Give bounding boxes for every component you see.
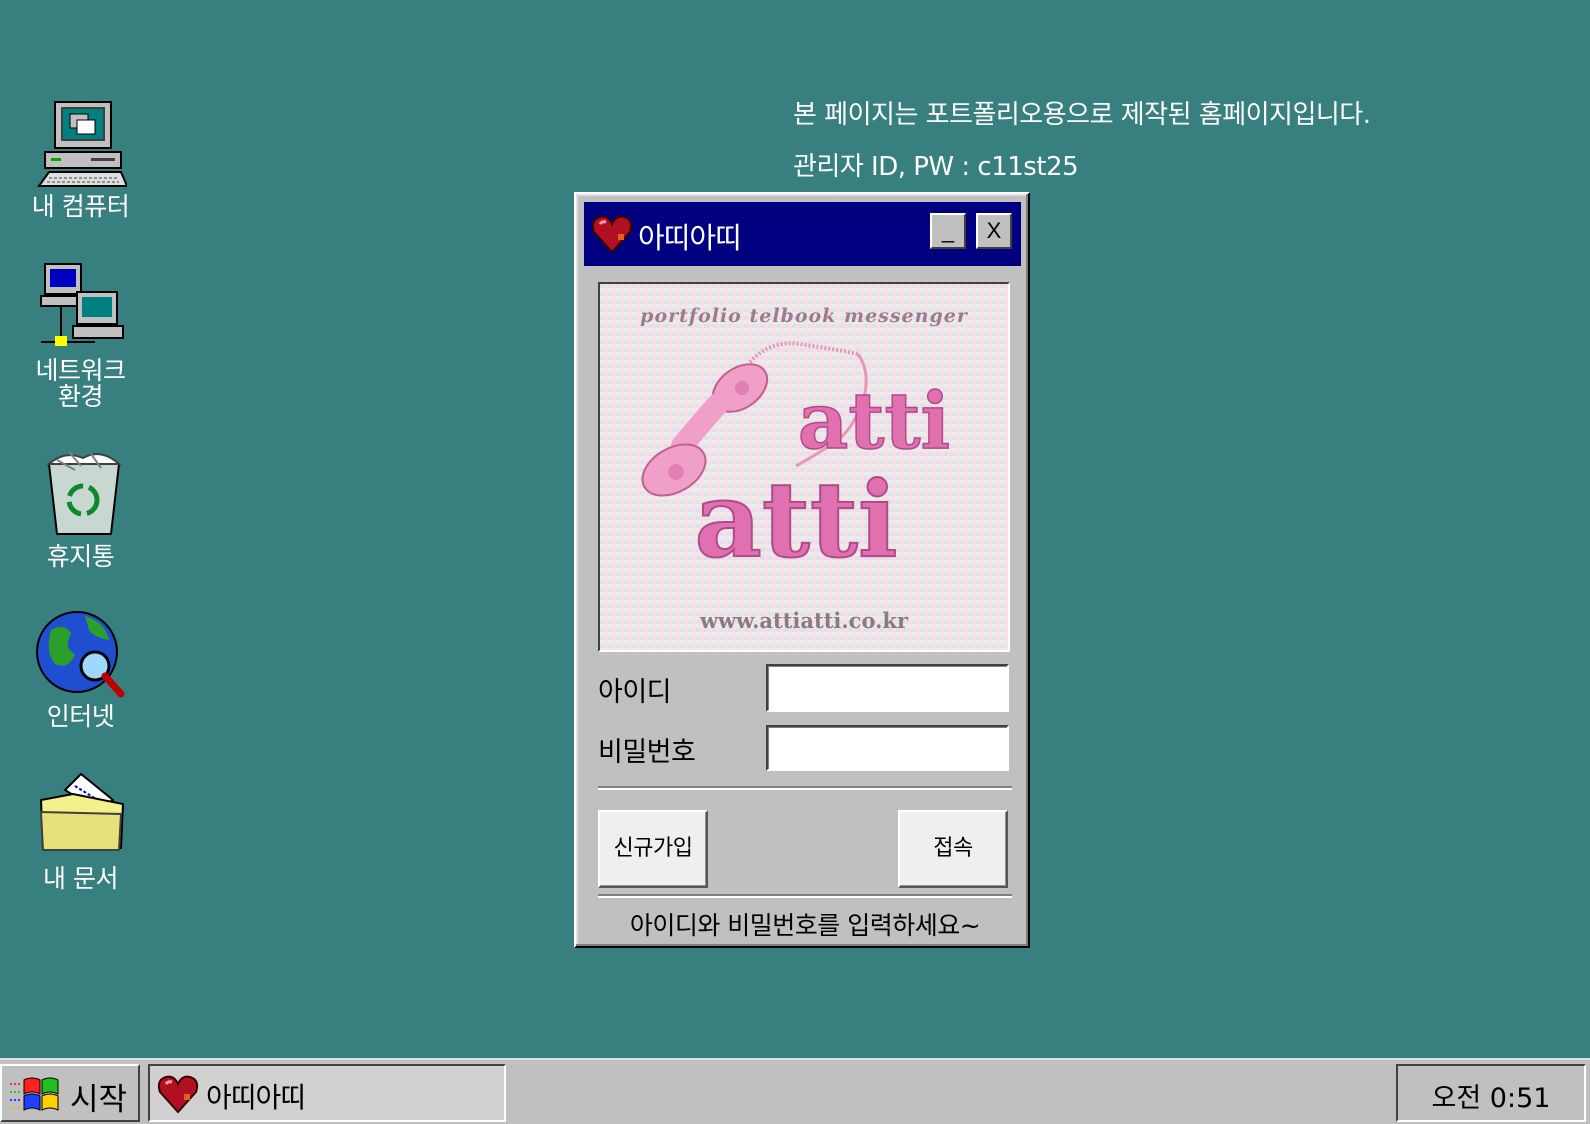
desktop-icon-recycle-bin[interactable]: 휴지통: [18, 448, 143, 570]
start-button[interactable]: 시작: [0, 1064, 140, 1122]
window-titlebar[interactable]: 아띠아띠 _ X: [584, 202, 1021, 266]
password-input[interactable]: [766, 725, 1009, 771]
login-button[interactable]: 접속: [898, 810, 1008, 888]
desktop-icon-internet[interactable]: 인터넷: [18, 608, 143, 730]
window-title: 아띠아띠: [638, 221, 742, 255]
divider: [598, 786, 1012, 790]
heart-icon: [157, 1075, 199, 1114]
desktop-icon-my-computer[interactable]: 내 컴퓨터: [18, 98, 143, 220]
taskbar-item-attiatti[interactable]: 아띠아띠: [148, 1064, 506, 1122]
minimize-button[interactable]: _: [930, 213, 966, 249]
logo-image: portfolio telbook messenger atti atti ww…: [600, 284, 1008, 650]
desktop-icon-network[interactable]: 네트워크 환경: [18, 262, 143, 410]
my-computer-icon: [36, 101, 127, 187]
network-icon: [39, 263, 124, 346]
clock: 오전 0:51: [1431, 1083, 1551, 1114]
desktop-icon-label: 네트워크 환경: [35, 356, 126, 411]
password-label: 비밀번호: [598, 737, 696, 768]
banner-url: www.attiatti.co.kr: [699, 608, 909, 633]
desktop-icon-label: 인터넷: [46, 702, 115, 731]
desktop-icon-label: 내 문서: [43, 864, 118, 893]
desktop-icon-label: 내 컴퓨터: [31, 192, 130, 221]
notice-line-1: 본 페이지는 포트폴리오용으로 제작된 홈페이지입니다.: [793, 100, 1371, 130]
logo-banner: portfolio telbook messenger atti atti ww…: [598, 282, 1010, 652]
desktop-icon-my-documents[interactable]: 내 문서: [18, 770, 143, 892]
start-label: 시작: [70, 1082, 128, 1118]
id-label: 아이디: [598, 677, 672, 708]
windows-logo-icon: [10, 1077, 59, 1111]
banner-tagline: portfolio telbook messenger: [640, 305, 969, 327]
desktop-icon-label: 휴지통: [46, 542, 115, 571]
heart-icon: [591, 215, 633, 254]
close-button[interactable]: X: [976, 213, 1012, 249]
my-documents-icon: [39, 772, 124, 852]
sign-up-button[interactable]: 신규가입: [598, 810, 708, 888]
logo-text-top: atti: [798, 376, 950, 467]
messenger-window: 아띠아띠 _ X portfolio telbook messenger att…: [574, 192, 1030, 948]
taskbar: 시작 아띠아띠 오전 0:51: [0, 1058, 1590, 1124]
taskbar-item-label: 아띠아띠: [206, 1081, 306, 1114]
id-input[interactable]: [766, 664, 1009, 712]
logo-text-bottom: atti: [695, 458, 898, 581]
internet-icon: [35, 611, 124, 698]
notice-line-2: 관리자 ID, PW : c11st25: [793, 152, 1079, 182]
system-tray: 오전 0:51: [1396, 1064, 1586, 1122]
recycle-bin-icon: [45, 451, 122, 535]
desktop: 본 페이지는 포트폴리오용으로 제작된 홈페이지입니다. 관리자 ID, PW …: [0, 0, 1590, 1060]
status-message: 아이디와 비밀번호를 입력하세요~: [629, 911, 981, 940]
divider: [598, 894, 1012, 898]
